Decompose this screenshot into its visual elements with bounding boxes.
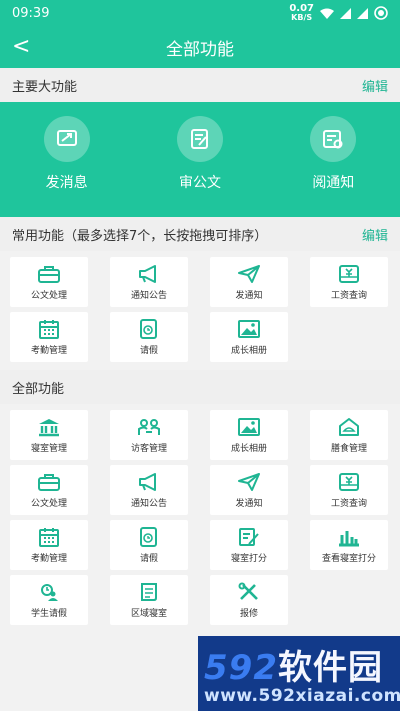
leave-icon — [140, 318, 157, 339]
tile-meal-management[interactable]: 膳食管理 — [310, 410, 388, 460]
signal-icon — [340, 7, 351, 19]
battery-icon — [374, 6, 388, 20]
status-icons: 0.07 KB/S — [289, 4, 388, 22]
repair-tools-icon — [238, 582, 258, 600]
tile-send-notice[interactable]: 发通知 — [210, 257, 288, 307]
tile-attendance[interactable]: 考勤管理 — [10, 312, 88, 362]
status-time: 09:39 — [12, 5, 50, 21]
megaphone-icon — [139, 472, 156, 491]
wifi-icon — [320, 8, 334, 19]
watermark-brand: 592软件园 — [204, 648, 383, 688]
back-button[interactable]: < — [12, 34, 34, 60]
meal-icon — [339, 417, 359, 436]
briefcase-icon — [38, 473, 60, 491]
tile-notice-announcement[interactable]: 通知公告 — [110, 257, 188, 307]
paper-plane-icon — [238, 472, 260, 491]
tile-leave-all[interactable]: 请假 — [110, 520, 188, 570]
network-speed: 0.07 KB/S — [289, 3, 314, 22]
tile-repair[interactable]: 报修 — [210, 575, 288, 625]
visitors-icon — [138, 418, 160, 435]
tile-growth-album[interactable]: 成长相册 — [210, 312, 288, 362]
tile-document-processing[interactable]: 公文处理 — [10, 257, 88, 307]
tile-view-dorm-scores[interactable]: 查看寝室打分 — [310, 520, 388, 570]
tile-leave[interactable]: 请假 — [110, 312, 188, 362]
document-review-icon — [176, 116, 223, 162]
calendar-icon — [39, 527, 59, 547]
notice-read-icon — [310, 116, 357, 162]
watermark-url: www.592xiazai.com — [204, 686, 400, 706]
tile-salary-query[interactable]: 工资查询 — [310, 257, 388, 307]
main-section-title: 主要大功能 — [12, 79, 78, 95]
megaphone-icon — [139, 264, 156, 283]
all-section-header: 全部功能 — [0, 370, 400, 404]
page-title: 全部功能 — [166, 39, 234, 60]
common-section-header: 常用功能（最多选择7个，长按拖拽可排序） 编辑 — [0, 217, 400, 251]
photo-album-icon — [238, 319, 260, 338]
main-section-header: 主要大功能 编辑 — [0, 68, 400, 102]
salary-icon — [339, 264, 359, 283]
main-functions: 发消息 审公文 阅通知 — [0, 102, 400, 217]
all-section-title: 全部功能 — [12, 381, 65, 397]
tile-dorm-management[interactable]: 寝室管理 — [10, 410, 88, 460]
all-functions-grid: 寝室管理 访客管理 成长相册 膳食管理 公文处理 通知公告 发通知 工资查询 考… — [0, 404, 400, 629]
title-bar: < 全部功能 — [0, 26, 400, 68]
tile-area-dorms[interactable]: 区域寝室 — [110, 575, 188, 625]
tile-growth-album-all[interactable]: 成长相册 — [210, 410, 288, 460]
salary-icon — [339, 472, 359, 491]
watermark-logo: 592软件园 www.592xiazai.com — [198, 636, 400, 711]
review-document-button[interactable]: 审公文 — [145, 116, 255, 192]
tile-document-processing-all[interactable]: 公文处理 — [10, 465, 88, 515]
tile-salary-query-all[interactable]: 工资查询 — [310, 465, 388, 515]
bar-chart-icon — [339, 530, 359, 546]
leave-icon — [140, 526, 157, 547]
tile-notice-announcement-all[interactable]: 通知公告 — [110, 465, 188, 515]
score-edit-icon — [239, 527, 259, 546]
main-edit-button[interactable]: 编辑 — [362, 76, 388, 95]
tile-dorm-scoring[interactable]: 寝室打分 — [210, 520, 288, 570]
tile-send-notice-all[interactable]: 发通知 — [210, 465, 288, 515]
paper-plane-icon — [238, 264, 260, 283]
message-send-icon — [43, 116, 90, 162]
tile-student-leave[interactable]: 学生请假 — [10, 575, 88, 625]
send-message-button[interactable]: 发消息 — [12, 116, 122, 192]
building-icon — [39, 418, 59, 436]
status-bar: 09:39 0.07 KB/S — [0, 0, 400, 26]
area-room-icon — [141, 582, 157, 601]
read-notice-button[interactable]: 阅通知 — [278, 116, 388, 192]
photo-album-icon — [238, 417, 260, 436]
signal-icon-2 — [357, 7, 368, 19]
common-section-title: 常用功能（最多选择7个，长按拖拽可排序） — [12, 228, 268, 244]
common-edit-button[interactable]: 编辑 — [362, 225, 388, 244]
briefcase-icon — [38, 265, 60, 283]
student-leave-icon — [41, 583, 58, 601]
common-functions-grid: 公文处理 通知公告 发通知 工资查询 考勤管理 请假 成长相册 — [0, 251, 400, 366]
calendar-icon — [39, 319, 59, 339]
tile-attendance-all[interactable]: 考勤管理 — [10, 520, 88, 570]
tile-visitor-management[interactable]: 访客管理 — [110, 410, 188, 460]
